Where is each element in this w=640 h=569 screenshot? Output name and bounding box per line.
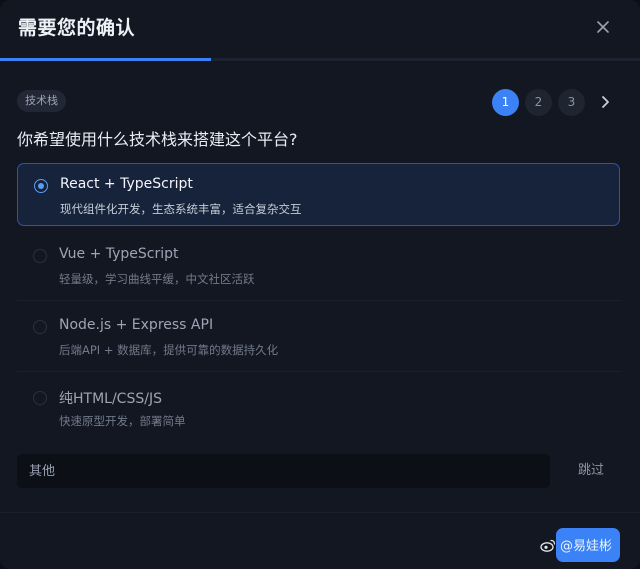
radio-unselected[interactable]	[33, 320, 47, 334]
option-node[interactable]: Node.js + Express API 后端API + 数据库，提供可靠的数…	[17, 305, 620, 368]
option-title: Vue + TypeScript	[59, 246, 179, 262]
radio-selected[interactable]	[34, 179, 48, 193]
option-title: 纯HTML/CSS/JS	[59, 391, 162, 407]
footer-divider	[0, 512, 640, 513]
dialog-header: 需要您的确认	[0, 0, 640, 58]
option-title: Node.js + Express API	[59, 317, 214, 333]
weibo-logo-icon	[540, 539, 556, 552]
submit-button[interactable]	[556, 528, 620, 562]
skip-button[interactable]: 跳过	[560, 454, 622, 488]
option-description: 快速原型开发，部署简单	[59, 414, 186, 428]
option-description: 后端API + 数据库，提供可靠的数据持久化	[59, 343, 279, 357]
option-description: 现代组件化开发，生态系统丰富，适合复杂交互	[60, 202, 302, 216]
step-1-button[interactable]: 1	[492, 88, 519, 116]
chevron-right-icon	[601, 96, 609, 108]
close-icon	[597, 21, 609, 33]
progress-bar	[0, 58, 640, 61]
other-input[interactable]	[17, 454, 550, 488]
dialog-title: 需要您的确认	[18, 17, 136, 39]
progress-fill	[0, 58, 212, 61]
step-navigator: 1 2 3	[492, 88, 618, 116]
close-button[interactable]	[592, 16, 614, 38]
option-plain-html[interactable]: 纯HTML/CSS/JS 快速原型开发，部署简单	[17, 376, 620, 439]
option-title: React + TypeScript	[60, 176, 193, 192]
option-divider	[17, 371, 620, 372]
confirmation-dialog: 需要您的确认 技术栈 1 2 3 你希望使用什么技术栈来搭建这个平台? Reac…	[0, 0, 640, 569]
option-react[interactable]: React + TypeScript 现代组件化开发，生态系统丰富，适合复杂交互	[17, 163, 620, 226]
option-divider	[17, 300, 620, 301]
category-tag: 技术栈	[17, 90, 66, 112]
step-2-button[interactable]: 2	[525, 88, 552, 116]
option-description: 轻量级，学习曲线平缓，中文社区活跃	[59, 272, 255, 286]
next-step-button[interactable]	[591, 89, 618, 116]
question-text: 你希望使用什么技术栈来搭建这个平台?	[17, 130, 298, 149]
option-vue[interactable]: Vue + TypeScript 轻量级，学习曲线平缓，中文社区活跃	[17, 234, 620, 297]
step-3-button[interactable]: 3	[558, 88, 585, 116]
radio-unselected[interactable]	[33, 391, 47, 405]
radio-unselected[interactable]	[33, 249, 47, 263]
